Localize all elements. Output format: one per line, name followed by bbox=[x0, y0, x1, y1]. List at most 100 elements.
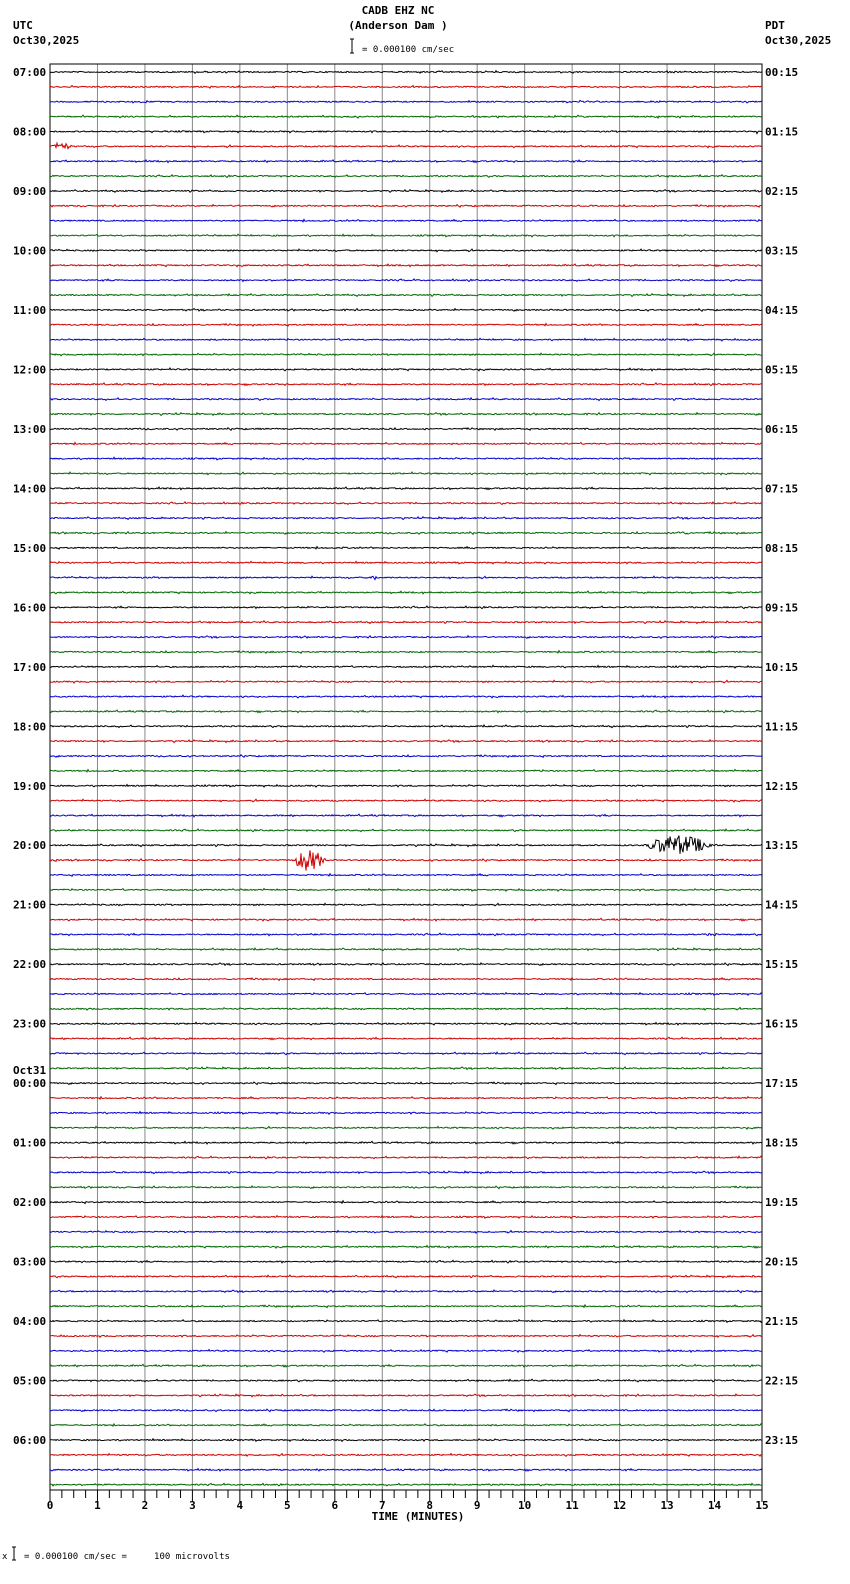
utc-hour-label: 18:00 bbox=[13, 720, 46, 733]
local-time-label: 19:15 bbox=[765, 1196, 798, 1209]
trace-line bbox=[49, 1348, 763, 1354]
trace-line bbox=[49, 501, 763, 506]
utc-hour-label: 16:00 bbox=[13, 601, 46, 614]
left-timezone: UTC bbox=[13, 19, 33, 32]
trace-line bbox=[49, 1274, 763, 1279]
x-tick-label: 1 bbox=[94, 1499, 101, 1512]
trace-line bbox=[49, 1408, 763, 1413]
trace-line bbox=[49, 248, 763, 253]
trace-line bbox=[49, 1318, 763, 1324]
trace-line bbox=[49, 976, 763, 982]
trace-line bbox=[49, 649, 763, 655]
trace-line bbox=[50, 664, 763, 669]
trace-line bbox=[49, 947, 763, 952]
trace-line bbox=[49, 917, 763, 922]
trace-line bbox=[49, 367, 763, 372]
x-tick-label: 2 bbox=[142, 1499, 149, 1512]
scale-bar-icon bbox=[350, 38, 354, 54]
local-time-label: 11:15 bbox=[765, 720, 798, 733]
trace-line bbox=[49, 619, 763, 625]
local-time-label: 13:15 bbox=[765, 839, 798, 852]
x-tick-label: 4 bbox=[237, 1499, 244, 1512]
trace-line bbox=[49, 1021, 763, 1026]
trace-line bbox=[49, 396, 763, 402]
trace-line bbox=[49, 1066, 763, 1071]
trace-line bbox=[49, 560, 763, 565]
trace-line bbox=[49, 828, 763, 833]
trace-line bbox=[49, 850, 762, 871]
trace-line bbox=[49, 1081, 763, 1086]
trace-line bbox=[49, 1125, 763, 1130]
local-time-label: 21:15 bbox=[765, 1315, 798, 1328]
local-time-label: 14:15 bbox=[765, 899, 798, 912]
trace-line bbox=[49, 1214, 763, 1220]
trace-line bbox=[49, 1110, 763, 1115]
trace-line bbox=[49, 278, 763, 283]
trace-line bbox=[49, 1467, 763, 1473]
trace-line bbox=[49, 1155, 763, 1160]
trace-line bbox=[49, 754, 763, 759]
utc-hour-label: 21:00 bbox=[13, 899, 46, 912]
x-tick-label: 11 bbox=[566, 1499, 580, 1512]
x-tick-label: 10 bbox=[518, 1499, 531, 1512]
utc-hour-label: 00:00 bbox=[13, 1077, 46, 1090]
x-tick-label: 5 bbox=[284, 1499, 291, 1512]
trace-line bbox=[49, 352, 762, 357]
local-time-label: 17:15 bbox=[765, 1077, 798, 1090]
trace-line bbox=[49, 1199, 763, 1205]
local-time-label: 03:15 bbox=[765, 244, 798, 257]
trace-line bbox=[49, 188, 763, 194]
local-time-label: 00:15 bbox=[765, 66, 798, 79]
trace-line bbox=[49, 590, 763, 595]
trace-line bbox=[49, 545, 762, 551]
trace-line bbox=[49, 1006, 763, 1011]
right-date: Oct30,2025 bbox=[765, 34, 831, 47]
trace-line bbox=[49, 902, 763, 907]
utc-hour-label: 08:00 bbox=[13, 125, 46, 138]
x-tick-label: 9 bbox=[474, 1499, 481, 1512]
local-time-label: 12:15 bbox=[765, 780, 798, 793]
utc-hour-label: 11:00 bbox=[13, 304, 46, 317]
utc-hour-label: 10:00 bbox=[13, 244, 46, 257]
trace-line bbox=[49, 1482, 763, 1487]
trace-line bbox=[49, 783, 763, 788]
utc-hour-label: 23:00 bbox=[13, 1018, 46, 1031]
utc-hour-label: 01:00 bbox=[13, 1137, 46, 1150]
trace-line bbox=[49, 1378, 763, 1383]
date-change-label: Oct31 bbox=[13, 1064, 46, 1077]
trace-line bbox=[49, 723, 763, 729]
site-name: (Anderson Dam ) bbox=[348, 19, 447, 32]
trace-line bbox=[49, 1437, 763, 1443]
footer-scale-bar-icon bbox=[12, 1546, 16, 1561]
utc-hour-label: 05:00 bbox=[13, 1375, 46, 1388]
trace-line bbox=[49, 872, 763, 878]
x-tick-label: 0 bbox=[47, 1499, 54, 1512]
utc-hour-label: 12:00 bbox=[13, 363, 46, 376]
local-time-label: 01:15 bbox=[765, 125, 798, 138]
trace-line bbox=[49, 991, 763, 997]
trace-line bbox=[49, 426, 763, 432]
trace-line bbox=[49, 738, 763, 744]
trace-line bbox=[49, 1333, 763, 1339]
x-tick-label: 3 bbox=[189, 1499, 196, 1512]
local-time-label: 10:15 bbox=[765, 661, 798, 674]
local-time-label: 02:15 bbox=[765, 185, 798, 198]
trace-line bbox=[49, 961, 763, 967]
footer-prefix: x bbox=[2, 1552, 8, 1562]
trace-line bbox=[49, 1393, 763, 1398]
utc-hour-label: 06:00 bbox=[13, 1434, 46, 1447]
time-axis: 0 1 2 3 4 5 6 7 8 9 10 11 12 13 14 15 bbox=[47, 1489, 769, 1512]
right-timezone: PDT bbox=[765, 19, 785, 32]
local-time-label: 08:15 bbox=[765, 542, 798, 555]
utc-hour-label: 14:00 bbox=[13, 482, 46, 495]
x-tick-label: 6 bbox=[331, 1499, 338, 1512]
trace-line bbox=[49, 887, 763, 893]
utc-hour-label: 20:00 bbox=[13, 839, 46, 852]
traces bbox=[49, 69, 763, 1487]
trace-line bbox=[49, 798, 763, 803]
helicorder-plot: CADB EHZ NC (Anderson Dam ) UTC Oct30,20… bbox=[2, 4, 831, 1562]
trace-line bbox=[49, 1363, 763, 1368]
trace-line bbox=[50, 932, 763, 937]
x-tick-label: 12 bbox=[613, 1499, 626, 1512]
local-time-label: 05:15 bbox=[765, 363, 798, 376]
